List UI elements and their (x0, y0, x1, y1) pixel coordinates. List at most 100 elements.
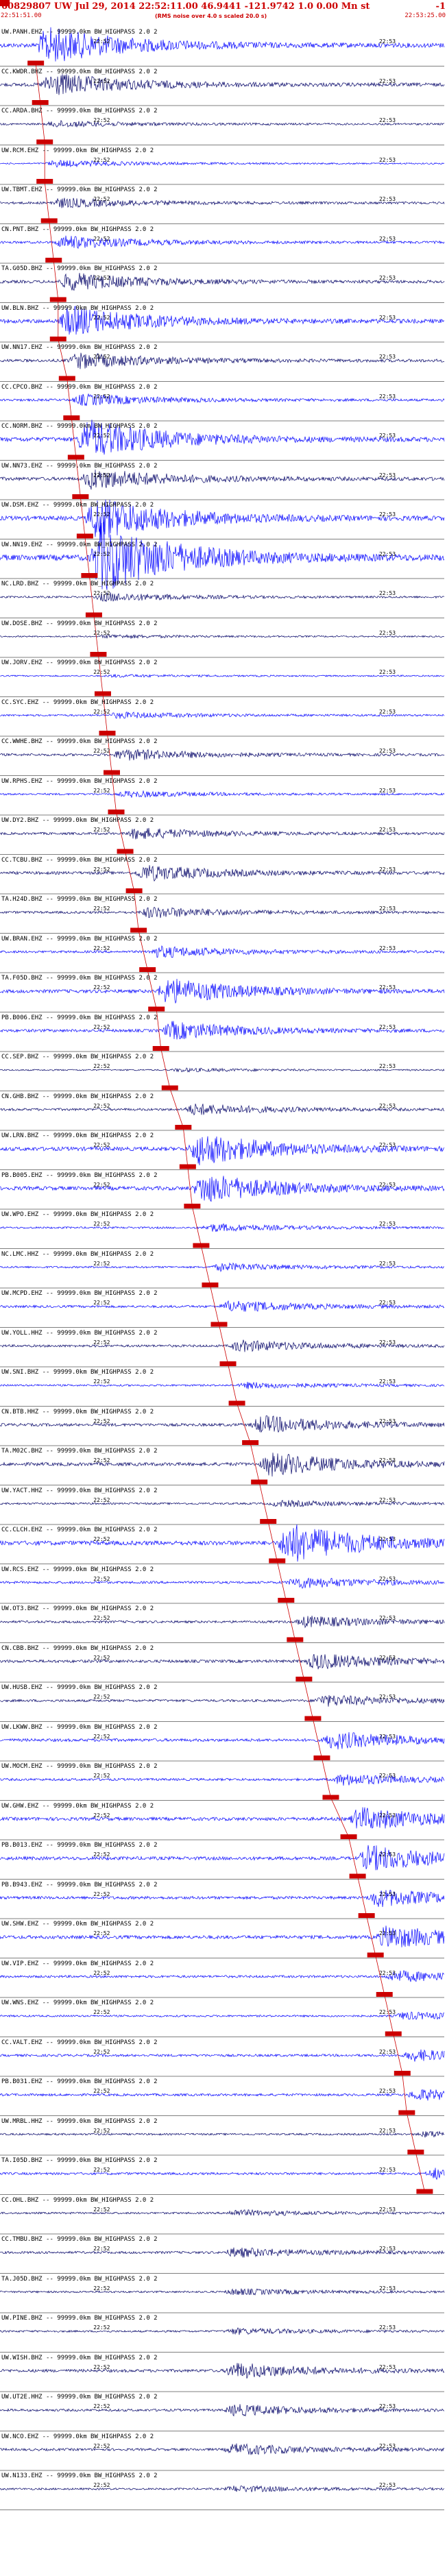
waveform-trace (0, 1176, 445, 1202)
time-tick-label: 22:52 (93, 2442, 110, 2449)
channel-label: UW.MOCM.EHZ -- 99999.0km BW_HIGHPASS 2.0… (1, 1763, 158, 1770)
channel-label: UW.N133.EHZ -- 99999.0km BW_HIGHPASS 2.0… (1, 2472, 158, 2479)
time-tick-label: 22:53 (378, 1891, 396, 1897)
time-tick-label: 22:52 (93, 787, 110, 794)
time-tick-label: 22:53 (378, 1300, 396, 1306)
waveform-trace (0, 120, 445, 127)
time-tick-label: 22:52 (93, 1615, 110, 1621)
time-tick-label: 22:52 (93, 945, 110, 951)
time-tick-label: 22:53 (378, 1536, 396, 1542)
time-tick-label: 22:52 (93, 275, 110, 281)
channel-label: UW.GHW.EHZ -- 99999.0km BW_HIGHPASS 2.0 … (1, 1802, 154, 1810)
time-tick-label: 22:53 (378, 1733, 396, 1740)
channel-label: CN.PNT.BHZ -- 99999.0km BW_HIGHPASS 2.0 … (1, 226, 154, 233)
channel-label: UW.RCM.EHZ -- 99999.0km BW_HIGHPASS 2.0 … (1, 147, 154, 154)
time-tick-label: 22:53 (378, 2167, 396, 2173)
time-tick-label: 22:52 (93, 393, 110, 400)
waveform-trace (0, 1339, 445, 1352)
time-tick-label: 22:52 (93, 2403, 110, 2409)
channel-label: CC.SYC.EHZ -- 99999.0km BW_HIGHPASS 2.0 … (1, 698, 154, 706)
time-tick-label: 22:52 (93, 1339, 110, 1346)
channel-label: UW.NN73.EHZ -- 99999.0km BW_HIGHPASS 2.0… (1, 462, 158, 470)
time-tick-label: 22:53 (378, 590, 396, 596)
time-tick-label: 22:53 (378, 906, 396, 912)
time-tick-label: 22:52 (93, 2167, 110, 2173)
channel-label: CC.CPCO.BHZ -- 99999.0km BW_HIGHPASS 2.0… (1, 383, 158, 391)
channel-label: UW.RPHS.EHZ -- 99999.0km BW_HIGHPASS 2.0… (1, 777, 158, 785)
waveform-trace (0, 2363, 445, 2379)
channel-label: UW.RCS.EHZ -- 99999.0km BW_HIGHPASS 2.0 … (1, 1566, 154, 1573)
time-tick-label: 22:53 (378, 708, 396, 715)
channel-label: PB.B013.EHZ -- 99999.0km BW_HIGHPASS 2.0… (1, 1842, 158, 1849)
channel-label: UW.WISH.BHZ -- 99999.0km BW_HIGHPASS 2.0… (1, 2354, 158, 2361)
waveform-trace (0, 2130, 445, 2138)
time-tick-label: 22:52 (93, 2009, 110, 2015)
time-tick-label: 22:53 (378, 235, 396, 242)
channel-label: UW.PINE.BHZ -- 99999.0km BW_HIGHPASS 2.0… (1, 2315, 158, 2322)
waveform-trace (0, 1694, 445, 1707)
time-tick-label: 22:53 (378, 1969, 396, 1976)
time-tick-label: 22:53 (378, 2246, 396, 2252)
time-tick-label: 22:52 (93, 1891, 110, 1897)
waveform-trace (0, 1104, 445, 1116)
time-tick-label: 22:53 (378, 1694, 396, 1700)
channel-label: CC.KWDR.BHZ -- 99999.0km BW_HIGHPASS 2.0… (1, 68, 158, 75)
time-tick-label: 22:53 (378, 472, 396, 478)
channel-label: UW.SNI.BHZ -- 99999.0km BW_HIGHPASS 2.0 … (1, 1369, 154, 1376)
time-tick-label: 22:53 (378, 314, 396, 321)
time-tick-label: 22:53 (378, 2482, 396, 2488)
channel-label: CC.VALT.EHZ -- 99999.0km BW_HIGHPASS 2.0… (1, 2039, 158, 2046)
time-tick-label: 22:53 (378, 433, 396, 439)
time-tick-label: 22:53 (378, 984, 396, 991)
channel-label: CC.SEP.BHZ -- 99999.0km BW_HIGHPASS 2.0 … (1, 1054, 154, 1060)
time-tick-label: 22:52 (93, 1260, 110, 1267)
channel-label: UW.BRAN.EHZ -- 99999.0km BW_HIGHPASS 2.0… (1, 935, 158, 943)
time-tick-label: 22:52 (93, 1733, 110, 1740)
time-tick-label: 22:53 (378, 2048, 396, 2055)
time-tick-label: 22:52 (93, 1930, 110, 1936)
time-tick-label: 22:53 (378, 393, 396, 400)
time-tick-label: 22:53 (378, 1260, 396, 1267)
time-tick-label: 22:52 (93, 2127, 110, 2134)
waveform-trace (0, 352, 445, 369)
waveform-trace (0, 2247, 445, 2258)
time-tick-label: 22:52 (93, 2048, 110, 2055)
time-tick-label: 22:53 (378, 1615, 396, 1621)
time-tick-label: 22:52 (93, 1773, 110, 1779)
channel-label: PB.B005.EHZ -- 99999.0km BW_HIGHPASS 2.0… (1, 1171, 158, 1179)
channel-label: UW.WNS.EHZ -- 99999.0km BW_HIGHPASS 2.0 … (1, 2000, 154, 2006)
waveform-trace (0, 945, 445, 958)
time-tick-label: 22:52 (93, 906, 110, 912)
time-tick-label: 22:52 (93, 2364, 110, 2370)
waveform-trace (0, 1453, 445, 1477)
time-tick-label: 22:52 (93, 1496, 110, 1503)
time-tick-label: 22:53 (378, 1181, 396, 1188)
channel-label: UW.UT2E.HHZ -- 99999.0km BW_HIGHPASS 2.0… (1, 2394, 158, 2401)
channel-label: UW.HUSB.EHZ -- 99999.0km BW_HIGHPASS 2.0… (1, 1684, 158, 1691)
waveform-trace (0, 2167, 445, 2180)
time-tick-label: 22:53 (378, 550, 396, 557)
waveform-trace (0, 592, 445, 602)
time-tick-label: 22:52 (93, 708, 110, 715)
channel-label: PB.B006.EHZ -- 99999.0km BW_HIGHPASS 2.0… (1, 1014, 158, 1021)
time-tick-label: 22:53 (378, 77, 396, 84)
time-tick-label: 22:52 (93, 1142, 110, 1148)
waveform-trace (0, 2011, 445, 2020)
time-tick-label: 22:52 (93, 2206, 110, 2213)
time-tick-label: 22:52 (93, 354, 110, 360)
waveform-trace (0, 865, 445, 882)
channel-label: UW.TBMT.EHZ -- 99999.0km BW_HIGHPASS 2.0… (1, 186, 158, 193)
time-tick-label: 22:53 (378, 2364, 396, 2370)
time-tick-label: 22:52 (93, 235, 110, 242)
waveform-trace (0, 1300, 445, 1312)
time-tick-label: 22:53 (378, 1339, 396, 1346)
time-tick-label: 22:52 (93, 1102, 110, 1109)
waveform-trace (0, 674, 445, 678)
channel-label: UW.JORV.EHZ -- 99999.0km BW_HIGHPASS 2.0… (1, 659, 158, 666)
moveout-line (35, 63, 425, 2192)
time-tick-label: 22:53 (378, 1851, 396, 1858)
time-tick-label: 22:53 (378, 2403, 396, 2409)
waveform-trace (0, 978, 445, 1004)
time-tick-label: 22:52 (93, 1023, 110, 1030)
channel-label: UW.SHW.EHZ -- 99999.0km BW_HIGHPASS 2.0 … (1, 1921, 154, 1928)
